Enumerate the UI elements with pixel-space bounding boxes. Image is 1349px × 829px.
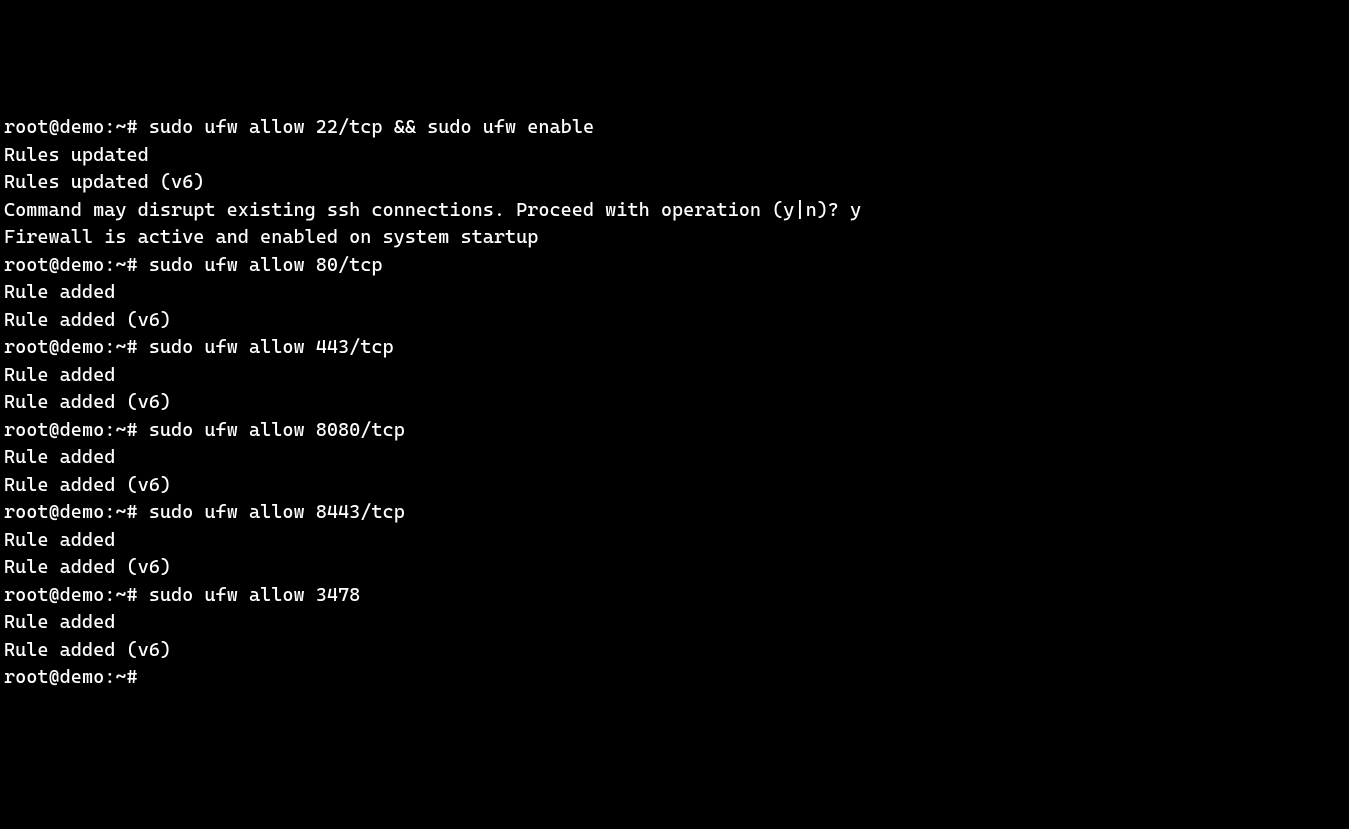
prompt-hash: #	[126, 336, 137, 358]
prompt-space	[138, 336, 149, 358]
prompt-path: ~	[115, 666, 126, 688]
terminal-output-line: Rule added (v6)	[4, 389, 1345, 417]
prompt-host: demo	[60, 419, 105, 441]
prompt-user: root	[4, 501, 49, 523]
output-text: Rules updated (v6)	[4, 171, 204, 193]
terminal-command-line: root@demo:~# sudo ufw allow 8443/tcp	[4, 499, 1345, 527]
prompt-space	[138, 419, 149, 441]
output-text: Rule added	[4, 446, 115, 468]
prompt-at: @	[49, 419, 60, 441]
output-text: Command may disrupt existing ssh connect…	[4, 199, 861, 221]
output-text: Rule added	[4, 529, 115, 551]
output-text: Rule added	[4, 281, 115, 303]
prompt-user: root	[4, 584, 49, 606]
prompt-space	[138, 666, 149, 688]
prompt-host: demo	[60, 254, 105, 276]
prompt-space	[138, 254, 149, 276]
prompt-path: ~	[115, 419, 126, 441]
prompt-colon: :	[104, 666, 115, 688]
terminal-command-line: root@demo:~# sudo ufw allow 443/tcp	[4, 334, 1345, 362]
output-text: Rule added	[4, 611, 115, 633]
terminal-output-line: Rule added (v6)	[4, 637, 1345, 665]
terminal-output-line: Rule added	[4, 609, 1345, 637]
command-text: sudo ufw allow 22/tcp && sudo ufw enable	[149, 116, 594, 138]
prompt-path: ~	[115, 584, 126, 606]
prompt-colon: :	[104, 419, 115, 441]
prompt-user: root	[4, 254, 49, 276]
prompt-at: @	[49, 666, 60, 688]
terminal-command-line: root@demo:~#	[4, 664, 1345, 692]
output-text: Rule added	[4, 364, 115, 386]
terminal-output-line: Firewall is active and enabled on system…	[4, 224, 1345, 252]
command-text: sudo ufw allow 3478	[149, 584, 361, 606]
prompt-at: @	[49, 116, 60, 138]
prompt-hash: #	[126, 584, 137, 606]
prompt-user: root	[4, 336, 49, 358]
prompt-at: @	[49, 336, 60, 358]
command-text: sudo ufw allow 443/tcp	[149, 336, 394, 358]
terminal-output-line: Command may disrupt existing ssh connect…	[4, 197, 1345, 225]
prompt-hash: #	[126, 419, 137, 441]
prompt-host: demo	[60, 666, 105, 688]
terminal-command-line: root@demo:~# sudo ufw allow 3478	[4, 582, 1345, 610]
terminal[interactable]: root@demo:~# sudo ufw allow 22/tcp && su…	[4, 114, 1345, 692]
prompt-path: ~	[115, 116, 126, 138]
terminal-output-line: Rule added (v6)	[4, 472, 1345, 500]
prompt-user: root	[4, 419, 49, 441]
prompt-user: root	[4, 666, 49, 688]
terminal-output-line: Rule added (v6)	[4, 307, 1345, 335]
prompt-space	[138, 584, 149, 606]
output-text: Rule added (v6)	[4, 309, 171, 331]
prompt-host: demo	[60, 336, 105, 358]
prompt-hash: #	[126, 501, 137, 523]
command-text: sudo ufw allow 80/tcp	[149, 254, 383, 276]
terminal-output-line: Rule added	[4, 444, 1345, 472]
prompt-hash: #	[126, 666, 137, 688]
terminal-output-line: Rule added	[4, 362, 1345, 390]
prompt-at: @	[49, 254, 60, 276]
prompt-colon: :	[104, 336, 115, 358]
prompt-user: root	[4, 116, 49, 138]
terminal-output-line: Rule added	[4, 279, 1345, 307]
command-text: sudo ufw allow 8443/tcp	[149, 501, 405, 523]
terminal-command-line: root@demo:~# sudo ufw allow 8080/tcp	[4, 417, 1345, 445]
prompt-host: demo	[60, 501, 105, 523]
terminal-command-line: root@demo:~# sudo ufw allow 22/tcp && su…	[4, 114, 1345, 142]
output-text: Rules updated	[4, 144, 149, 166]
prompt-space	[138, 501, 149, 523]
prompt-at: @	[49, 584, 60, 606]
prompt-colon: :	[104, 584, 115, 606]
prompt-colon: :	[104, 254, 115, 276]
prompt-path: ~	[115, 336, 126, 358]
output-text: Rule added (v6)	[4, 474, 171, 496]
prompt-colon: :	[104, 501, 115, 523]
output-text: Rule added (v6)	[4, 391, 171, 413]
command-text: sudo ufw allow 8080/tcp	[149, 419, 405, 441]
prompt-space	[138, 116, 149, 138]
prompt-at: @	[49, 501, 60, 523]
terminal-output-line: Rules updated (v6)	[4, 169, 1345, 197]
prompt-path: ~	[115, 501, 126, 523]
output-text: Firewall is active and enabled on system…	[4, 226, 538, 248]
output-text: Rule added (v6)	[4, 639, 171, 661]
prompt-host: demo	[60, 116, 105, 138]
prompt-hash: #	[126, 254, 137, 276]
terminal-command-line: root@demo:~# sudo ufw allow 80/tcp	[4, 252, 1345, 280]
output-text: Rule added (v6)	[4, 556, 171, 578]
prompt-host: demo	[60, 584, 105, 606]
terminal-output-line: Rule added	[4, 527, 1345, 555]
terminal-output-line: Rule added (v6)	[4, 554, 1345, 582]
prompt-path: ~	[115, 254, 126, 276]
terminal-output-line: Rules updated	[4, 142, 1345, 170]
prompt-colon: :	[104, 116, 115, 138]
prompt-hash: #	[126, 116, 137, 138]
